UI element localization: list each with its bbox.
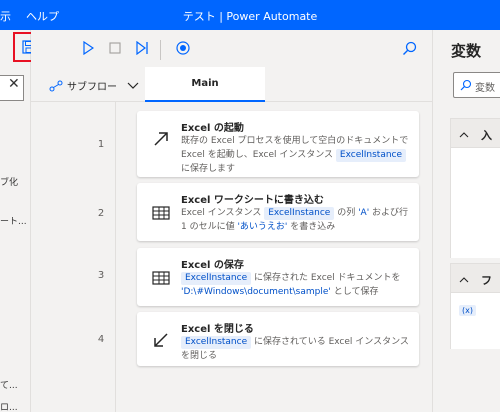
- arrow-down-left-icon: [154, 333, 168, 347]
- flow-variables-body: (x): [450, 293, 500, 349]
- action-description: Excel インスタンス ExcelInstance の列 'A' および行 1…: [181, 207, 409, 232]
- action-card-write-worksheet[interactable]: Excel ワークシートに書き込む Excel インスタンス ExcelInst…: [137, 183, 419, 241]
- step-number: 3: [97, 270, 105, 281]
- action-title: Excel ワークシートに書き込む: [181, 195, 324, 206]
- action-description: ExcelInstance に保存されている Excel インスタンスを閉じる: [181, 336, 409, 361]
- search-icon: [460, 79, 472, 91]
- gutter-divider: [115, 102, 116, 412]
- clear-search-icon[interactable]: ✕: [8, 76, 20, 92]
- action-card-save-excel[interactable]: Excel の保存 ExcelInstance に保存された Excel ドキュ…: [137, 248, 419, 306]
- search-button[interactable]: [395, 34, 423, 62]
- section-label: フ: [481, 274, 492, 287]
- record-button[interactable]: [169, 34, 197, 62]
- step-number: 4: [97, 334, 105, 345]
- action-description: 既存の Excel プロセスを使用して空白のドキュメントで Excel を起動し…: [181, 136, 409, 174]
- variable-chip[interactable]: ExcelInstance: [264, 207, 335, 220]
- variable-item[interactable]: (x): [459, 305, 476, 316]
- play-icon: [83, 41, 94, 55]
- section-label: 入: [481, 129, 492, 142]
- input-output-variables-body: [450, 148, 500, 258]
- input-output-variables-header[interactable]: 入: [450, 118, 500, 148]
- chevron-up-icon: [459, 277, 469, 283]
- search-icon: [402, 41, 416, 55]
- action-card-launch-excel[interactable]: Excel の起動 既存の Excel プロセスを使用して空白のドキュメントで …: [137, 111, 419, 177]
- run-next-action-button[interactable]: [128, 34, 156, 62]
- action-description: ExcelInstance に保存された Excel ドキュメントを 'D:\#…: [181, 272, 401, 297]
- subflow-icon: [49, 80, 63, 91]
- arrow-up-right-icon: [154, 132, 168, 146]
- variables-search-input[interactable]: 変数: [453, 72, 500, 98]
- tab-main-label: Main: [191, 78, 219, 89]
- action-title: Excel の保存: [181, 260, 244, 271]
- step-number: 1: [97, 139, 105, 150]
- run-button[interactable]: [74, 34, 102, 62]
- variables-title: 変数: [451, 42, 482, 60]
- action-item[interactable]: ブ化: [0, 175, 18, 188]
- variable-chip[interactable]: ExcelInstance: [335, 149, 407, 162]
- subflow-dropdown[interactable]: サブフロー: [49, 78, 139, 93]
- tab-main[interactable]: Main: [145, 67, 265, 102]
- chevron-up-icon: [459, 132, 469, 138]
- chevron-down-icon: [127, 82, 139, 89]
- toolbar: [31, 30, 432, 67]
- stop-icon: [109, 42, 121, 54]
- flow-canvas: 1 Excel の起動 既存の Excel プロセスを使用して空白のドキュメント…: [31, 102, 432, 412]
- title-bar: 示 ヘルプ テスト | Power Automate: [0, 0, 500, 30]
- excel-grid-icon: [152, 206, 170, 220]
- action-item[interactable]: ート...: [0, 214, 27, 227]
- variables-pane: 変数 変数 入 フ (x): [432, 30, 500, 412]
- subflow-label: サブフロー: [67, 82, 117, 93]
- action-title: Excel を閉じる: [181, 324, 254, 335]
- action-title: Excel の起動: [181, 123, 244, 134]
- record-icon: [176, 41, 190, 55]
- actions-pane: ✕ ブ化 ート... て... ロ...: [0, 30, 31, 412]
- stop-button[interactable]: [101, 34, 129, 62]
- flow-tabs: サブフロー Main: [31, 67, 432, 102]
- toolbar-divider: [160, 40, 161, 60]
- step-number: 2: [97, 208, 105, 219]
- action-item[interactable]: て...: [0, 378, 18, 391]
- variable-chip[interactable]: ExcelInstance: [181, 272, 252, 285]
- variable-chip[interactable]: ExcelInstance: [181, 336, 252, 349]
- variables-search-placeholder: 変数: [475, 83, 495, 94]
- action-item[interactable]: ロ...: [0, 400, 18, 412]
- step-forward-icon: [136, 41, 148, 55]
- excel-grid-icon: [152, 271, 170, 285]
- action-card-close-excel[interactable]: Excel を閉じる ExcelInstance に保存されている Excel …: [137, 312, 419, 366]
- window-title: テスト | Power Automate: [182, 10, 318, 23]
- flow-variables-header[interactable]: フ: [450, 263, 500, 293]
